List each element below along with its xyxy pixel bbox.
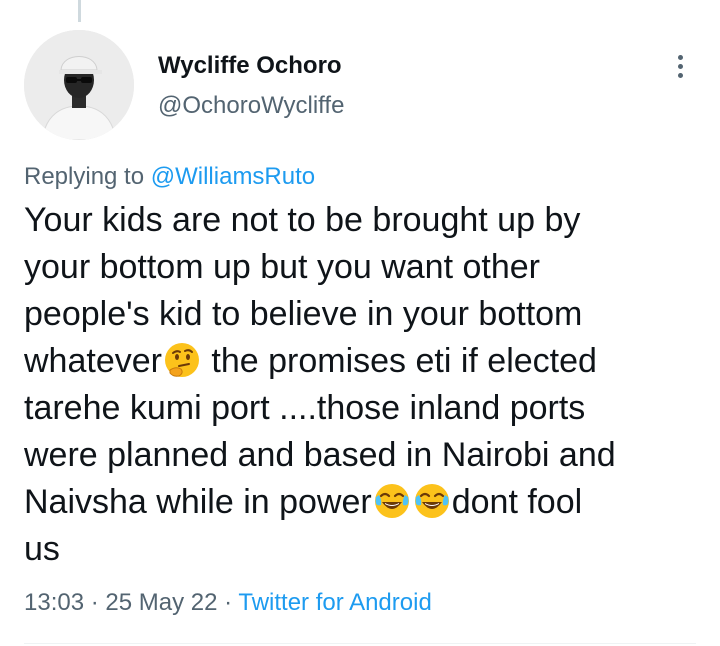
tweet-line: were planned and based in Nairobi and bbox=[24, 436, 616, 474]
tweet-source-link[interactable]: Twitter for Android bbox=[238, 589, 431, 616]
tweet-line: Naivsha while in power dont fool bbox=[24, 479, 696, 526]
tweet-text-fragment: the promises eti if elected bbox=[201, 342, 597, 380]
tweet-time[interactable]: 13:03 bbox=[24, 589, 84, 616]
tweet-metadata: 13:03 · 25 May 22 · Twitter for Android bbox=[24, 589, 432, 617]
tweet-line: whatever the promises eti if elected bbox=[24, 338, 696, 385]
avatar[interactable] bbox=[24, 30, 134, 140]
reply-mention-link[interactable]: @WilliamsRuto bbox=[151, 163, 315, 190]
author-handle[interactable]: @OchoroWycliffe bbox=[158, 92, 344, 120]
tweet-text-fragment: dont fool bbox=[451, 483, 583, 521]
divider bbox=[24, 643, 696, 644]
tweet-line: people's kid to believe in your bottom bbox=[24, 295, 583, 333]
more-vertical-icon-dot bbox=[677, 72, 683, 78]
replying-to-prefix: Replying to bbox=[24, 163, 151, 190]
more-vertical-icon bbox=[677, 54, 683, 60]
avatar-image bbox=[24, 30, 134, 140]
replying-to: Replying to @WilliamsRuto bbox=[24, 163, 315, 191]
meta-separator: · bbox=[217, 589, 239, 616]
more-options-button[interactable] bbox=[664, 46, 696, 86]
tweet-line: Your kids are not to be brought up by bbox=[24, 201, 581, 239]
tweet-line: tarehe kumi port ....those inland ports bbox=[24, 389, 586, 427]
tweet-line: your bottom up but you want other bbox=[24, 248, 540, 286]
face-with-tears-of-joy-icon bbox=[412, 481, 452, 521]
tweet-date[interactable]: 25 May 22 bbox=[105, 589, 217, 616]
tweet-text-fragment: Naivsha while in power bbox=[24, 483, 372, 521]
thread-connector-line bbox=[78, 0, 81, 22]
meta-separator: · bbox=[84, 589, 106, 616]
more-vertical-icon-dot bbox=[677, 63, 683, 69]
face-with-tears-of-joy-icon bbox=[372, 481, 412, 521]
author-display-name[interactable]: Wycliffe Ochoro bbox=[158, 52, 342, 80]
thinking-face-icon bbox=[162, 340, 202, 380]
tweet-text-fragment: whatever bbox=[24, 342, 162, 380]
tweet-text: Your kids are not to be brought up by yo… bbox=[24, 197, 696, 573]
tweet-line: us bbox=[24, 530, 60, 568]
